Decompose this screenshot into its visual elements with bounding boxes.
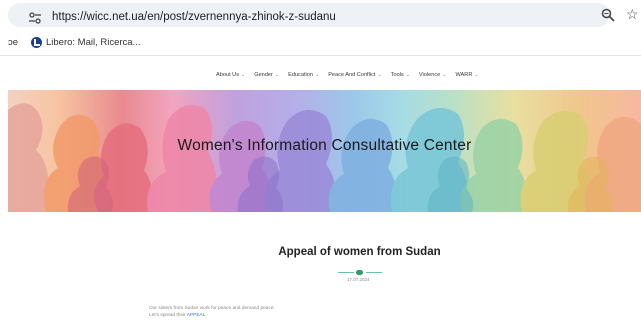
body-line-2-prefix: Let's spread their	[149, 313, 186, 318]
chevron-down-icon: ⌄	[442, 72, 447, 78]
title-divider	[338, 270, 382, 276]
star-outline-icon[interactable]: ☆	[626, 6, 639, 22]
nav-label: Peace And Conflict	[328, 72, 376, 78]
hero-banner: Women's Information Consultative Center	[8, 90, 641, 212]
nav-warr[interactable]: WARR ⌄	[455, 70, 478, 80]
appeal-link[interactable]: APPEAL	[187, 313, 206, 318]
nav-violence[interactable]: Violence ⌄	[419, 70, 447, 80]
body-line-2: Let's spread their APPEAL	[149, 312, 275, 319]
nav-about-us[interactable]: About Us ⌄	[216, 70, 245, 80]
chevron-down-icon: ⌄	[474, 72, 479, 78]
article-body: Our sisters from Sudan work for peace an…	[149, 305, 275, 319]
chevron-down-icon: ⌄	[377, 72, 382, 78]
chevron-down-icon: ⌄	[314, 72, 320, 78]
body-line-1: Our sisters from Sudan work for peace an…	[149, 306, 275, 311]
libero-icon	[31, 37, 42, 48]
tune-icon[interactable]	[28, 12, 42, 24]
nav-label: About Us	[216, 72, 240, 78]
bookmark-libero[interactable]: Libero: Mail, Ricerca...	[46, 37, 141, 48]
nav-tools[interactable]: Tools ⌄	[391, 70, 410, 80]
divider-line-right	[366, 272, 382, 273]
url-field[interactable]: https://wicc.net.ua/en/post/zvernennya-z…	[8, 3, 610, 27]
chevron-down-icon: ⌄	[241, 72, 246, 78]
chevron-down-icon: ⌄	[405, 72, 410, 78]
nav-label: Education	[288, 72, 313, 78]
nav-label: WARR	[455, 72, 473, 78]
bookmarks-bar: ɔe Libero: Mail, Ricerca...	[0, 30, 641, 56]
divider-line-left	[338, 272, 354, 273]
nav-gender[interactable]: Gender ⌄	[254, 70, 279, 80]
divider-dot	[356, 270, 363, 275]
nav-label: Tools	[390, 72, 404, 78]
nav-label: Violence	[418, 72, 441, 78]
bookmark-cut-off[interactable]: ɔe	[8, 37, 18, 48]
url-text[interactable]: https://wicc.net.ua/en/post/zvernennya-z…	[52, 11, 336, 23]
article-title: Appeal of women from Sudan	[278, 246, 441, 258]
nav-label: Gender	[254, 72, 273, 78]
browser-address-bar: https://wicc.net.ua/en/post/zvernennya-z…	[0, 0, 641, 30]
nav-education[interactable]: Education ⌄	[288, 70, 319, 80]
site-nav: About Us ⌄ Gender ⌄ Education ⌄ Peace And C…	[216, 70, 479, 80]
banner-title: Women's Information Consultative Center	[177, 137, 472, 154]
chevron-down-icon: ⌄	[274, 72, 280, 78]
nav-peace-and-conflict[interactable]: Peace And Conflict ⌄	[328, 70, 381, 80]
magnifier-icon[interactable]	[601, 8, 615, 22]
article-date: 17.07.2024	[347, 277, 370, 282]
